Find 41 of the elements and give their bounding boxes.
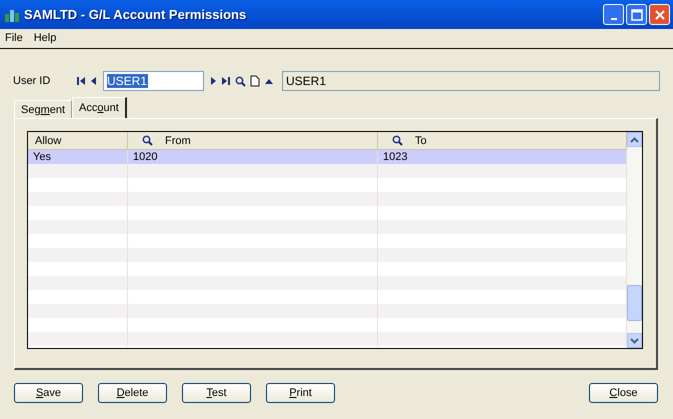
close-icon	[654, 8, 666, 20]
search-icon[interactable]	[142, 135, 153, 146]
menu-item[interactable]: Help	[34, 32, 56, 44]
last-record-icon[interactable]	[221, 76, 231, 86]
next-record-icon[interactable]	[210, 76, 217, 86]
tab[interactable]: Account	[72, 97, 127, 118]
close-button[interactable]	[649, 4, 670, 25]
scroll-up-button[interactable]	[627, 132, 642, 147]
column-title: From	[165, 134, 191, 146]
user-description-field: USER1	[282, 71, 660, 91]
vertical-scrollbar[interactable]	[627, 132, 642, 348]
maximize-button[interactable]	[626, 4, 647, 25]
field-label: User ID	[13, 75, 52, 87]
up-arrow-icon[interactable]	[264, 77, 274, 85]
minimize-icon	[610, 18, 616, 20]
maximize-icon	[630, 8, 642, 20]
minimize-button[interactable]	[603, 4, 624, 25]
action-button[interactable]: Delete	[98, 383, 167, 403]
menu-item[interactable]: File	[5, 32, 23, 44]
chevron-down-icon	[630, 338, 639, 344]
scroll-down-button[interactable]	[627, 333, 642, 348]
scroll-thumb[interactable]	[627, 285, 642, 321]
first-record-icon[interactable]	[76, 76, 86, 86]
new-document-icon[interactable]	[250, 75, 260, 87]
action-button[interactable]: Print	[266, 383, 335, 403]
search-icon[interactable]	[235, 76, 246, 86]
close-dialog-button[interactable]: Close	[589, 383, 658, 403]
tab[interactable]: Segment	[14, 100, 72, 118]
search-icon[interactable]	[392, 135, 403, 146]
column-title: To	[415, 134, 427, 146]
previous-record-icon[interactable]	[90, 76, 97, 86]
column-header[interactable]: Allow	[28, 132, 128, 149]
action-button[interactable]: Save	[14, 383, 83, 403]
action-button[interactable]: Test	[182, 383, 251, 403]
column-title: Allow	[35, 134, 62, 146]
user-id-field[interactable]: USER1	[103, 71, 204, 91]
table-row[interactable]: Yes 1020 1023	[28, 150, 627, 164]
building-icon	[4, 8, 20, 22]
column-header[interactable]: From	[128, 132, 378, 149]
chevron-up-icon	[630, 136, 639, 142]
window-title: SAMLTD - G/L Account Permissions	[24, 7, 248, 22]
